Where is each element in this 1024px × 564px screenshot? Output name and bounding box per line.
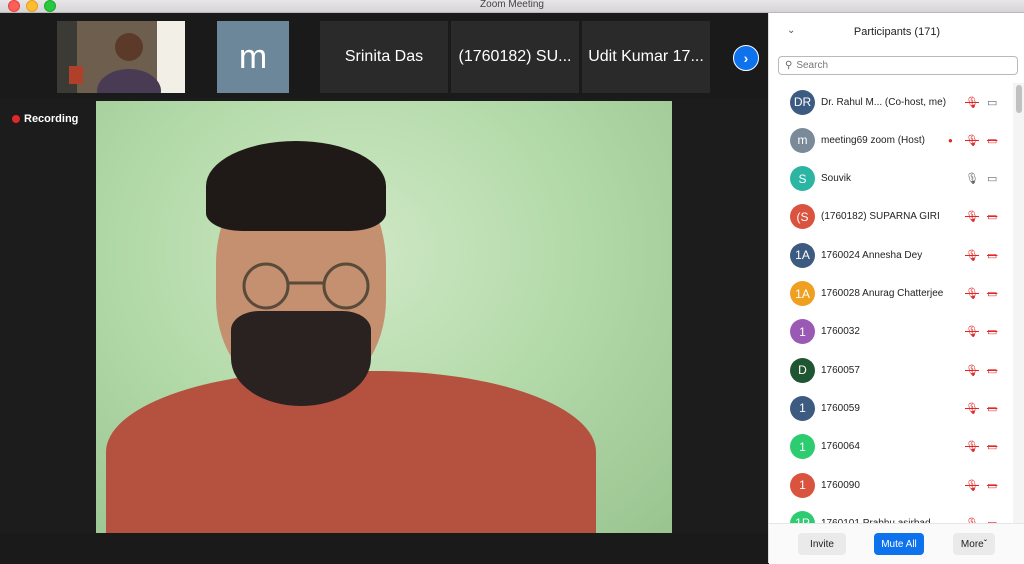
speaker-hair	[206, 141, 386, 231]
panel-header: ⌄ Participants (171)	[769, 13, 1024, 51]
avatar: 1	[790, 319, 815, 345]
participant-row[interactable]: S Souvik 🎙 ▭	[769, 160, 1013, 198]
invite-button[interactable]: Invite	[798, 533, 846, 555]
gallery-thumb-video[interactable]	[57, 21, 185, 93]
camera-off-icon[interactable]: ▭	[987, 210, 997, 223]
record-dot-icon	[12, 115, 20, 123]
participants-panel: ⌄ Participants (171) ⚲ Search DR Dr. Rahu…	[768, 13, 1024, 564]
panel-title: Participants (171)	[853, 26, 941, 38]
avatar: m	[790, 127, 815, 153]
mic-muted-icon[interactable]: 🎙	[965, 249, 979, 262]
camera-off-icon[interactable]: ▭	[987, 402, 997, 415]
participant-name: 1760059	[821, 402, 860, 414]
thumb-name: Udit Kumar 17...	[588, 48, 704, 65]
speaker-beard	[231, 311, 371, 406]
avatar: D	[790, 357, 815, 383]
participant-row[interactable]: 1 1760059 🎙 ▭	[769, 389, 1013, 427]
chevron-right-icon[interactable]: ›	[733, 45, 759, 71]
participant-name: 1760090	[821, 479, 860, 491]
gallery-thumb[interactable]: Udit Kumar 17...	[582, 21, 710, 93]
participant-row[interactable]: 1 1760064 🎙 ▭	[769, 428, 1013, 466]
participant-row[interactable]: 1A 1760024 Annesha Dey 🎙 ▭	[769, 236, 1013, 274]
participant-row[interactable]: (S (1760182) SUPARNA GIRI 🎙 ▭	[769, 198, 1013, 236]
thumb-avatar-letter: m	[238, 37, 268, 76]
chevron-down-icon: ˇ	[983, 538, 988, 550]
camera-off-icon[interactable]: ▭	[987, 134, 997, 147]
record-dot-icon: ●	[948, 135, 953, 145]
participant-name: 1760024 Annesha Dey	[821, 249, 923, 261]
scrollbar-track[interactable]	[1013, 83, 1024, 523]
camera-icon[interactable]: ▭	[987, 96, 997, 109]
mic-muted-icon[interactable]: 🎙	[965, 210, 979, 223]
participant-name: 1760028 Anurag Chatterjee	[821, 288, 944, 299]
participant-name: Souvik	[821, 173, 852, 185]
camera-icon[interactable]: ▭	[987, 172, 997, 185]
avatar: S	[790, 166, 815, 192]
mic-muted-icon[interactable]: 🎙	[965, 325, 979, 338]
avatar: DR	[790, 89, 815, 115]
more-label: More	[960, 538, 984, 550]
participants-list: DR Dr. Rahul M... (Co-host, me) 🎙 ▭ m meeting…	[769, 83, 1013, 523]
search-icon: ⚲	[785, 60, 793, 71]
thumb-name: Srinita Das	[344, 48, 424, 65]
speaker-glasses	[242, 262, 370, 310]
more-button[interactable]: More ˇ	[953, 533, 995, 555]
thumb-name: (1760182) SU...	[458, 48, 572, 65]
avatar: 1A	[790, 242, 815, 268]
gallery-strip: m Srinita Das (1760182) SU... Udit Kumar…	[0, 13, 768, 98]
gallery-thumb[interactable]: (1760182) SU...	[451, 21, 579, 93]
participant-row[interactable]: D 1760057 🎙 ▭	[769, 351, 1013, 389]
participant-row[interactable]: m meeting69 zoom (Host) ● 🎙 ▭	[769, 121, 1013, 159]
avatar: 1A	[790, 281, 815, 306]
avatar: (S	[790, 204, 815, 230]
participant-row[interactable]: 1 1760090 🎙 ▭	[769, 466, 1013, 504]
search-input[interactable]: ⚲ Search	[778, 56, 1018, 75]
mute-all-button[interactable]: Mute All	[874, 533, 924, 555]
video-area: m Srinita Das (1760182) SU... Udit Kumar…	[0, 13, 768, 563]
mic-muted-icon[interactable]: 🎙	[965, 402, 979, 415]
title-bar: Zoom Meeting	[0, 0, 1024, 13]
participant-video-image	[57, 21, 185, 93]
bottom-bar	[0, 533, 768, 563]
camera-off-icon[interactable]: ▭	[987, 440, 997, 453]
participant-row[interactable]: 1A 1760028 Anurag Chatterjee 🎙 ▭	[769, 275, 1013, 313]
participant-name: (1760182) SUPARNA GIRI	[821, 211, 940, 223]
panel-footer: Invite Mute All More ˇ	[769, 523, 1024, 564]
chevron-down-icon[interactable]: ⌄	[787, 25, 795, 36]
avatar: 1	[790, 472, 815, 498]
search-placeholder: Search	[796, 60, 829, 71]
mic-muted-icon[interactable]: 🎙	[965, 287, 979, 300]
participant-name: meeting69 zoom (Host)	[821, 134, 925, 146]
gallery-thumb[interactable]: Srinita Das	[320, 21, 448, 93]
camera-off-icon[interactable]: ▭	[987, 325, 997, 338]
mic-muted-icon[interactable]: 🎙	[965, 96, 979, 109]
mic-muted-icon[interactable]: 🎙	[965, 440, 979, 453]
recording-label: Recording	[24, 113, 79, 125]
avatar: 1	[790, 434, 815, 460]
window-title: Zoom Meeting	[480, 0, 544, 10]
participant-row[interactable]: 1 1760032 🎙 ▭	[769, 313, 1013, 351]
mic-icon[interactable]: 🎙	[965, 172, 979, 185]
camera-off-icon[interactable]: ▭	[987, 364, 997, 377]
scrollbar-thumb[interactable]	[1016, 85, 1022, 113]
participant-name: 1760057	[821, 364, 860, 376]
camera-off-icon[interactable]: ▭	[987, 479, 997, 492]
gallery-thumb-m[interactable]: m	[217, 21, 289, 93]
mic-muted-icon[interactable]: 🎙	[965, 479, 979, 492]
camera-off-icon[interactable]: ▭	[987, 287, 997, 300]
mic-muted-icon[interactable]: 🎙	[965, 364, 979, 377]
avatar: 1	[790, 395, 815, 421]
participant-name: 1760064	[821, 441, 860, 453]
participant-name: 1760032	[821, 326, 860, 338]
participant-row[interactable]: 1P1760101 Prabhu asirbad🎙▭	[769, 504, 1013, 523]
participant-name: Dr. Rahul M... (Co-host, me)	[821, 96, 947, 108]
camera-off-icon[interactable]: ▭	[987, 249, 997, 262]
participant-row[interactable]: DR Dr. Rahul M... (Co-host, me) 🎙 ▭	[769, 83, 1013, 121]
active-speaker-video	[96, 101, 672, 533]
avatar: 1P	[790, 510, 815, 523]
mic-muted-icon[interactable]: 🎙	[965, 134, 979, 147]
recording-indicator: Recording	[12, 113, 78, 125]
speaker-body	[106, 371, 596, 533]
